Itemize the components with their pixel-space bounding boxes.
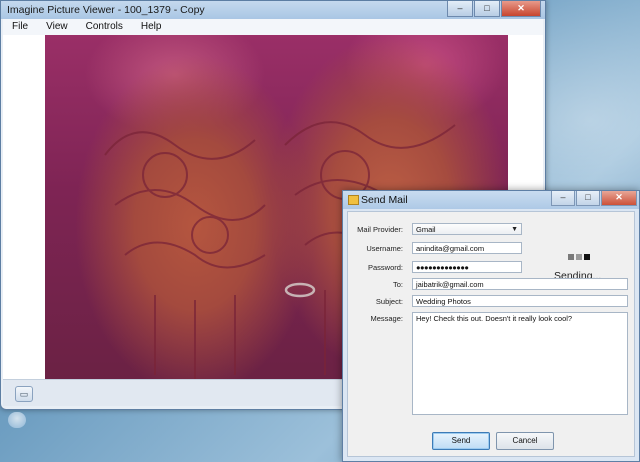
close-button[interactable]: ✕	[501, 1, 541, 17]
sending-progress-indicator	[568, 254, 590, 260]
menu-controls[interactable]: Controls	[77, 19, 132, 35]
to-field[interactable]: jaibatrik@gmail.com	[412, 278, 628, 290]
username-field[interactable]: anindita@gmail.com	[412, 242, 522, 254]
dialog-title: Send Mail	[361, 194, 408, 206]
subject-label: Subject:	[375, 297, 403, 306]
progress-dot	[568, 254, 574, 260]
subject-field[interactable]: Wedding Photos	[412, 295, 628, 307]
progress-dot	[584, 254, 590, 260]
dialog-window-controls: – □ ✕	[551, 191, 637, 206]
message-label: Message:	[370, 314, 403, 323]
password-field[interactable]: ●●●●●●●●●●●●●	[412, 261, 522, 273]
message-textarea[interactable]: Hey! Check this out. Doesn't it really l…	[412, 312, 628, 415]
viewer-title: Imagine Picture Viewer - 100_1379 - Copy	[7, 4, 205, 16]
menu-bar: File View Controls Help	[3, 19, 543, 35]
provider-label: Mail Provider:	[357, 225, 403, 234]
viewer-titlebar[interactable]: Imagine Picture Viewer - 100_1379 - Copy…	[1, 1, 545, 19]
menu-help[interactable]: Help	[132, 19, 171, 35]
dialog-close-button[interactable]: ✕	[601, 191, 637, 206]
menu-view[interactable]: View	[37, 19, 77, 35]
provider-value: Gmail	[416, 225, 436, 234]
dialog-maximize-button[interactable]: □	[576, 191, 600, 206]
send-mail-dialog: Send Mail – □ ✕ Mail Provider: Gmail ▼ U…	[342, 190, 640, 462]
mail-icon	[348, 195, 359, 205]
chevron-down-icon: ▼	[511, 226, 518, 233]
progress-dot	[576, 254, 582, 260]
dialog-body: Mail Provider: Gmail ▼ Username: anindit…	[347, 211, 635, 457]
minimize-button[interactable]: –	[447, 1, 473, 17]
slideshow-icon[interactable]: ▭	[15, 386, 33, 402]
dialog-minimize-button[interactable]: –	[551, 191, 575, 206]
viewer-window-controls: – □ ✕	[447, 1, 541, 17]
start-orb-icon[interactable]	[8, 412, 26, 428]
username-label: Username:	[366, 244, 403, 253]
to-label: To:	[392, 280, 403, 289]
password-label: Password:	[367, 263, 403, 272]
maximize-button[interactable]: □	[474, 1, 500, 17]
cancel-button[interactable]: Cancel	[496, 432, 554, 450]
dialog-titlebar[interactable]: Send Mail – □ ✕	[343, 191, 639, 209]
send-button[interactable]: Send	[432, 432, 490, 450]
menu-file[interactable]: File	[3, 19, 37, 35]
provider-select[interactable]: Gmail ▼	[412, 223, 522, 235]
